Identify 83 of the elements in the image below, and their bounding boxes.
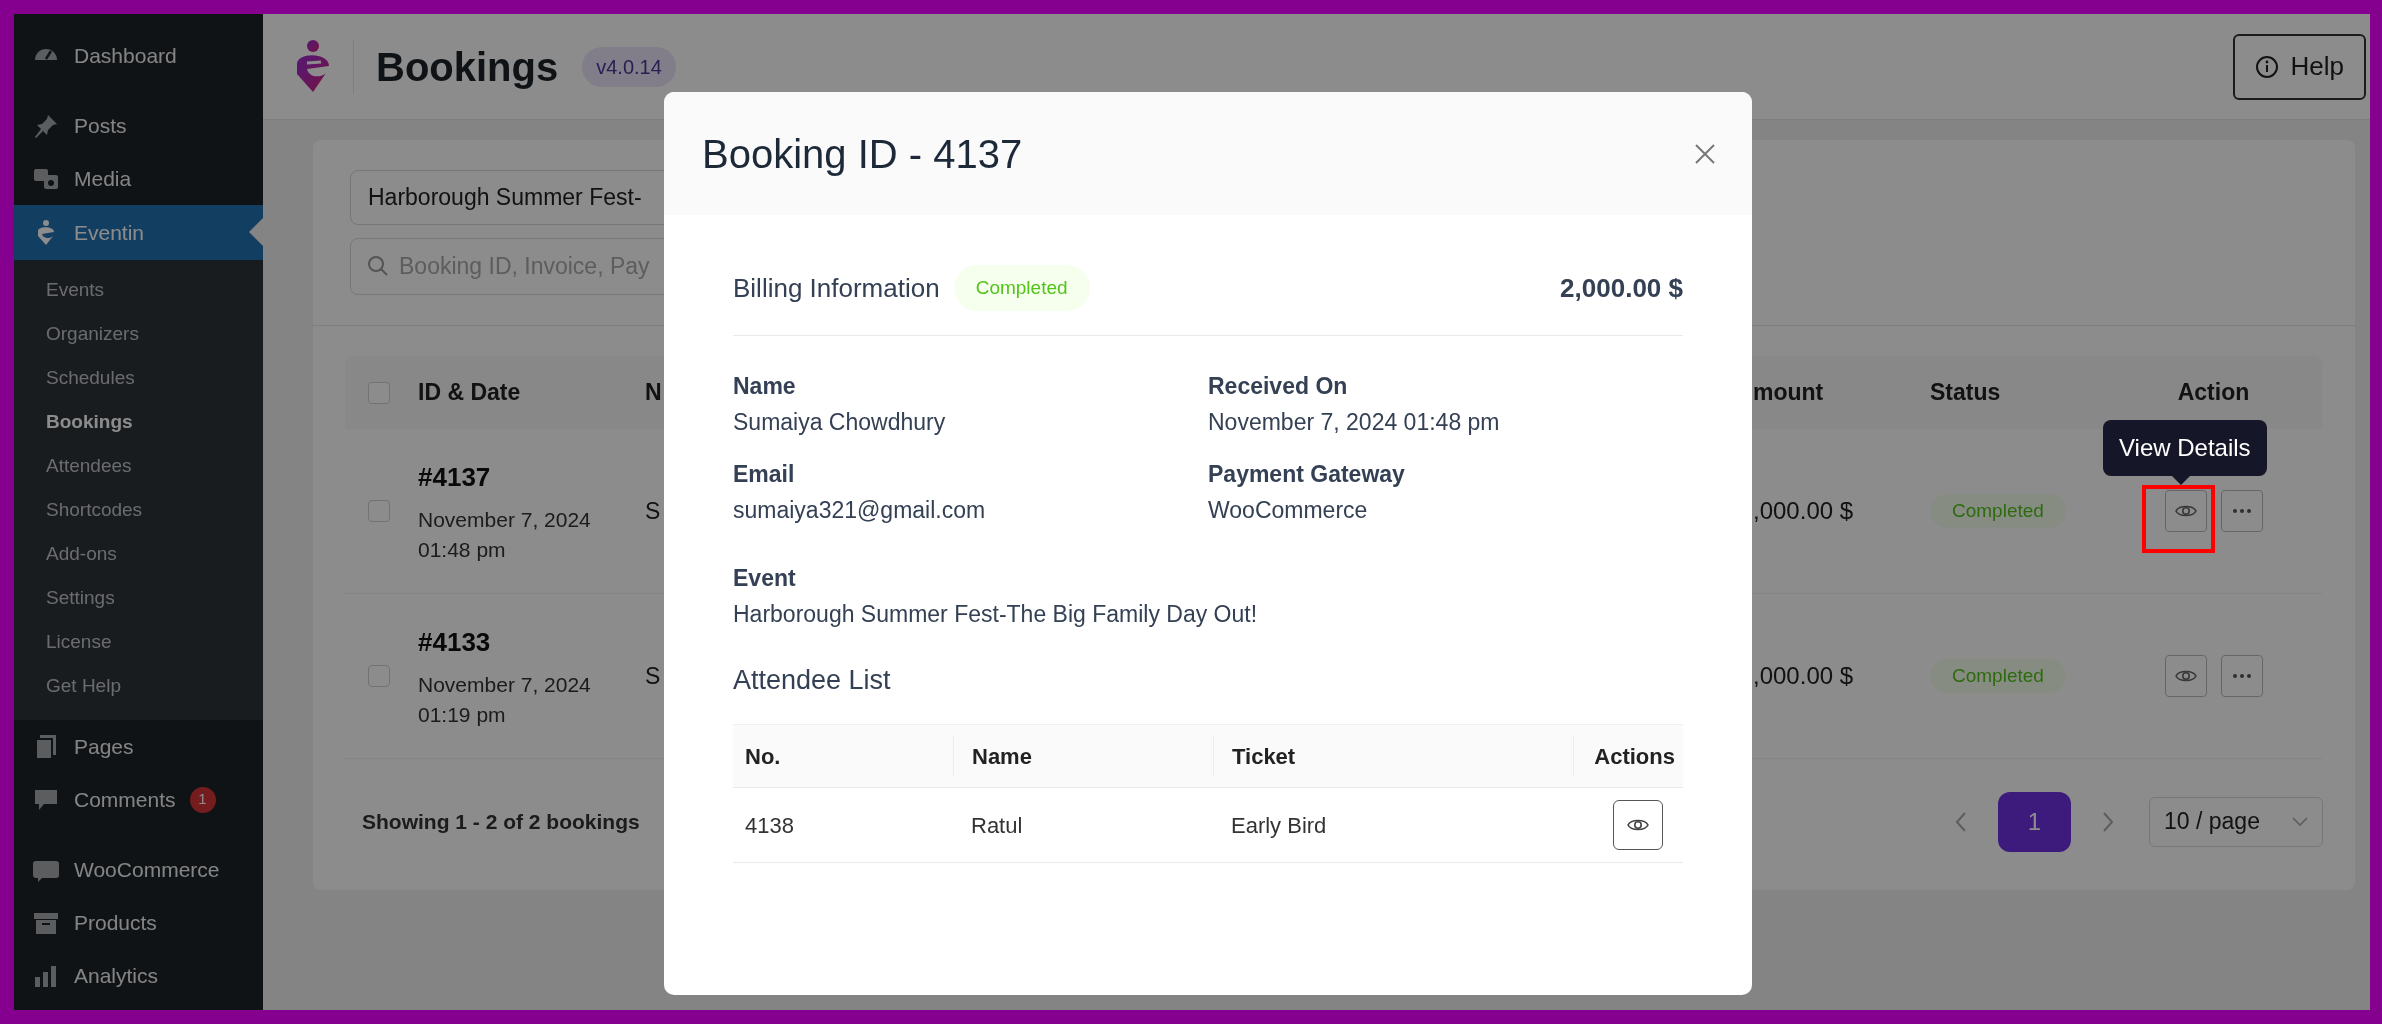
status-tag: Completed — [1930, 494, 2066, 528]
submenu-item[interactable]: Schedules — [14, 356, 263, 400]
field-label: Name — [733, 372, 797, 401]
more-icon — [2231, 673, 2252, 679]
sidebar-item[interactable]: Dashboard — [14, 29, 263, 82]
table-cell: 4138 — [745, 812, 794, 838]
checkbox[interactable] — [368, 381, 390, 404]
table-cell: ,000.00 $ — [1753, 497, 1854, 524]
column-header: ID & Date — [418, 379, 521, 406]
sidebar-item[interactable]: Media — [14, 152, 263, 205]
sidebar-item[interactable]: Comments 1 — [14, 773, 263, 826]
checkbox[interactable] — [368, 665, 390, 687]
field-value: Harborough Summer Fest-The Big Family Day Out! — [733, 600, 1259, 629]
column-header: mount — [1753, 379, 1824, 406]
sidebar-item[interactable]: Posts — [14, 99, 263, 152]
table-cell: Early Bird — [1231, 812, 1327, 838]
status-tag: Completed — [1930, 659, 2066, 693]
submenu-item[interactable]: Shortcodes — [14, 488, 263, 532]
search-icon — [366, 254, 390, 278]
booking-date: November 7, 2024 — [418, 671, 592, 698]
page-button[interactable]: 1 — [1998, 791, 2071, 852]
view-button[interactable] — [1613, 800, 1663, 850]
column-header: N — [645, 379, 662, 406]
help-button[interactable]: Help — [2232, 33, 2366, 100]
table-cell: ,000.00 $ — [1753, 662, 1854, 689]
column-header: Ticket — [1232, 742, 1296, 771]
submenu-item[interactable]: Add-ons — [14, 532, 263, 576]
column-header: Action — [2177, 378, 2250, 408]
column-header: No. — [745, 742, 781, 771]
booking-time: 01:19 pm — [418, 701, 507, 728]
tooltip-pointer-icon — [2172, 476, 2190, 485]
submenu-item[interactable]: Attendees — [14, 444, 263, 488]
chevron-down-icon — [2292, 816, 2308, 827]
pagination-summary: Showing 1 - 2 of 2 bookings — [362, 808, 640, 835]
section-heading: Attendee List — [733, 664, 892, 697]
field-label: Email — [733, 460, 796, 489]
close-button[interactable] — [1694, 142, 1716, 165]
more-button[interactable] — [2220, 490, 2263, 532]
table-cell: S — [645, 662, 661, 689]
sidebar-item[interactable]: WooCommerce — [14, 843, 263, 896]
field-value: sumaiya321@gmail.com — [733, 496, 987, 525]
view-button[interactable] — [2164, 655, 2207, 697]
field-label: Payment Gateway — [1208, 460, 1406, 489]
version-tag: v4.0.14 — [582, 46, 676, 87]
booking-id: #4137 — [418, 460, 492, 494]
sidebar-item[interactable]: Eventin — [14, 205, 263, 260]
status-tag: Completed — [953, 265, 1090, 311]
page-title: Bookings — [376, 43, 559, 91]
booking-id: #4133 — [418, 625, 492, 659]
total-amount: 2,000.00 $ — [1560, 271, 1683, 305]
column-header: Name — [972, 742, 1032, 771]
view-button[interactable] — [2164, 490, 2207, 532]
column-header: Actions — [1594, 742, 1675, 771]
tooltip: View Details — [2103, 420, 2267, 476]
submenu-item[interactable]: Get Help — [14, 664, 263, 708]
close-icon — [1694, 142, 1716, 165]
field-value: WooCommerce — [1208, 496, 1369, 525]
booking-date: November 7, 2024 — [418, 506, 592, 533]
info-icon — [2254, 54, 2279, 79]
per-page-select[interactable]: 10 / page — [2149, 796, 2323, 847]
notification-badge: 1 — [189, 786, 216, 813]
checkbox[interactable] — [368, 500, 390, 522]
submenu-item[interactable]: Bookings — [14, 400, 263, 444]
more-icon — [2231, 508, 2252, 514]
current-arrow-icon — [249, 218, 263, 246]
column-header: Status — [1930, 379, 2001, 406]
submenu-item[interactable]: Organizers — [14, 312, 263, 356]
submenu-item[interactable]: Events — [14, 268, 263, 312]
chevron-right-icon — [2101, 810, 2115, 833]
submenu-item[interactable]: License — [14, 620, 263, 664]
sidebar-item[interactable]: Analytics — [14, 949, 263, 1002]
table-cell: Ratul — [971, 812, 1023, 838]
more-button[interactable] — [2220, 655, 2263, 697]
field-label: Event — [733, 564, 797, 593]
field-value: November 7, 2024 01:48 pm — [1208, 408, 1501, 437]
chevron-left-icon — [1954, 810, 1968, 833]
table-cell: S — [645, 497, 661, 524]
submenu-item[interactable]: Settings — [14, 576, 263, 620]
booking-time: 01:48 pm — [418, 536, 507, 563]
sidebar-item[interactable]: Pages — [14, 720, 263, 773]
field-value: Sumaiya Chowdhury — [733, 408, 947, 437]
sidebar-item[interactable]: Products — [14, 896, 263, 949]
field-label: Received On — [1208, 372, 1349, 401]
